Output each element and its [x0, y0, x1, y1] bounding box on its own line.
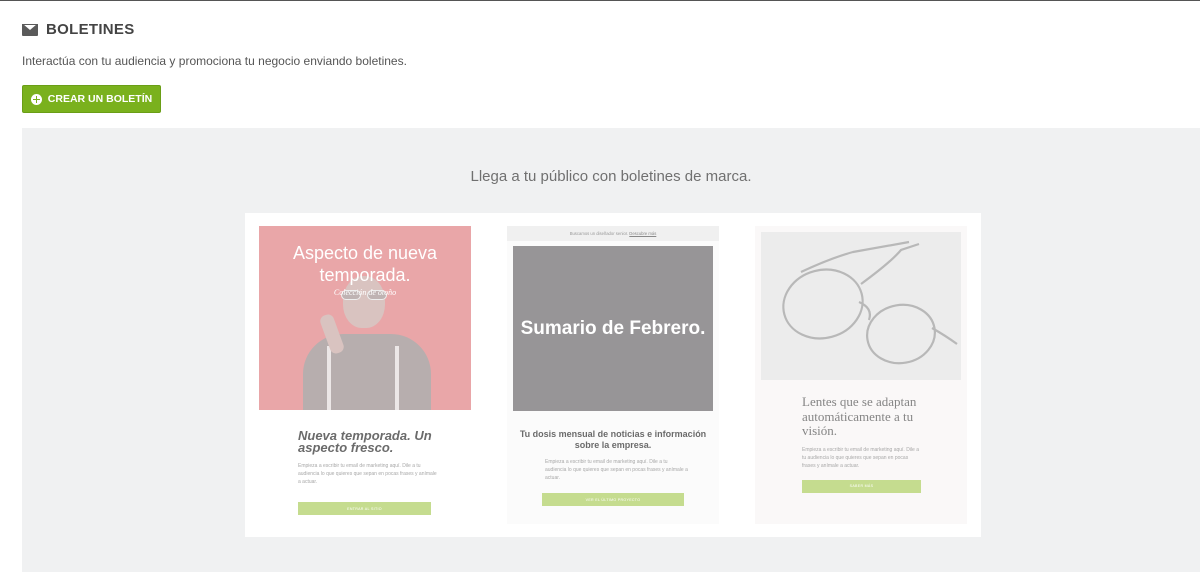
- template-card-fashion[interactable]: Aspecto de nueva temporada. Colección de…: [259, 226, 471, 524]
- template-topbar: Buscamos un diseñador senior. Descubre m…: [507, 226, 719, 241]
- template-hero: Aspecto de nueva temporada. Colección de…: [259, 226, 471, 410]
- template-card-glasses[interactable]: Lentes que se adaptan automáticamente a …: [755, 226, 967, 524]
- hero-subtitle: Colección de otoño: [333, 288, 397, 297]
- template-body: Empieza a escribir tu email de marketing…: [802, 446, 919, 469]
- template-headline: Nueva temporada. Un aspecto fresco.: [298, 428, 432, 455]
- page-title: BOLETINES: [46, 21, 135, 38]
- hero-headline: Aspecto de nueva temporada.: [292, 243, 438, 285]
- template-headline: Tu dosis mensual de noticias e informaci…: [519, 429, 707, 450]
- template-body: Empieza a escribir tu email de marketing…: [545, 459, 688, 481]
- page-header: BOLETINES: [22, 21, 135, 38]
- create-newsletter-label: CREAR UN BOLETÍN: [47, 93, 153, 105]
- template-hero: Sumario de Febrero.: [513, 246, 713, 411]
- template-gallery: Aspecto de nueva temporada. Colección de…: [245, 213, 981, 537]
- template-cta: VER EL ÚLTIMO PROYECTO: [542, 493, 684, 506]
- create-newsletter-button[interactable]: CREAR UN BOLETÍN: [22, 85, 161, 113]
- topbar-text: Buscamos un diseñador senior.: [569, 231, 629, 236]
- template-body: Empieza a escribir tu email de marketing…: [298, 463, 437, 485]
- template-cta: SABER MÁS: [802, 479, 921, 493]
- glasses-icon: [782, 240, 958, 365]
- panel-title: Llega a tu público con boletines de marc…: [470, 168, 752, 185]
- envelope-icon: [22, 23, 38, 36]
- page-subtitle: Interactúa con tu audiencia y promociona…: [22, 54, 407, 68]
- template-card-monthly[interactable]: Buscamos un diseñador senior. Descubre m…: [507, 226, 719, 524]
- topbar-link: Descubre más: [629, 231, 657, 236]
- glasses-photo: [761, 232, 961, 380]
- template-cta: ENTRAR AL SITIO: [298, 502, 431, 515]
- plus-circle-icon: [30, 93, 42, 105]
- template-headline: Lentes que se adaptan automáticamente a …: [802, 394, 917, 438]
- templates-panel: Llega a tu público con boletines de marc…: [22, 128, 1200, 572]
